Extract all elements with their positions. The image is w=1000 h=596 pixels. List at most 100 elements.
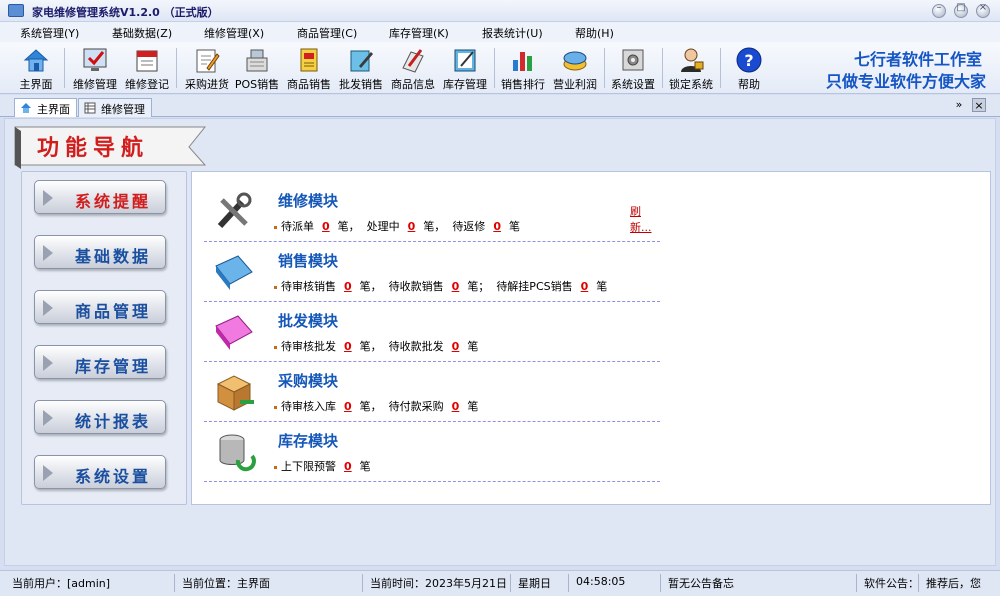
coins-icon (563, 51, 587, 71)
module-repair: 维修模块 待派单 0 笔， 处理中 0 笔， 待返修 0 笔 刷新... (204, 182, 660, 242)
menu-help[interactable]: 帮助(H) (575, 25, 614, 41)
stock-manage-button[interactable]: 库存管理 (442, 44, 488, 92)
module-stats: 上下限预警 0 笔 (274, 458, 371, 474)
settings-button[interactable]: 系统设置 (610, 44, 656, 92)
module-stats: 待派单 0 笔， 处理中 0 笔， 待返修 0 笔 (274, 218, 520, 234)
database-icon (219, 434, 256, 472)
help-icon: ? (736, 47, 762, 73)
house-icon (21, 103, 31, 113)
stat-value[interactable]: 0 (344, 280, 352, 293)
repair-manage-button[interactable]: 维修管理 (72, 44, 118, 92)
profit-button[interactable]: 营业利润 (552, 44, 598, 92)
app-icon (8, 4, 24, 17)
nav-system-reminder-button[interactable]: 系统提醒 (34, 180, 166, 214)
stat-value[interactable]: 0 (322, 220, 330, 233)
pink-book-icon (215, 315, 253, 350)
maximize-button[interactable]: □ (954, 2, 968, 18)
svg-text:?: ? (744, 51, 753, 70)
nav-stock-manage-button[interactable]: 库存管理 (34, 345, 166, 379)
tab-home[interactable]: 主界面 (14, 98, 77, 117)
module-title: 销售模块 (278, 252, 339, 270)
sales-rank-button[interactable]: 销售排行 (500, 44, 546, 92)
goods-sale-button[interactable]: 商品销售 (286, 44, 332, 92)
menu-bar: 系统管理(Y) 基础数据(Z) 维修管理(X) 商品管理(C) 库存管理(K) … (0, 22, 1000, 42)
nav-goods-manage-button[interactable]: 商品管理 (34, 290, 166, 324)
purchase-button[interactable]: 采购进货 (184, 44, 230, 92)
module-stock: 库存模块 上下限预警 0 笔 (204, 422, 660, 482)
nav-settings-button[interactable]: 系统设置 (34, 455, 166, 489)
pos-sale-button[interactable]: POS销售 (235, 44, 279, 92)
menu-basic-data[interactable]: 基础数据(Z) (112, 25, 172, 41)
module-stats: 待审核批发 0 笔， 待收款批发 0 笔 (274, 338, 478, 354)
stat-value[interactable]: 0 (581, 280, 589, 293)
stat-value[interactable]: 0 (344, 400, 352, 413)
menu-system[interactable]: 系统管理(Y) (20, 25, 79, 41)
menu-reports[interactable]: 报表统计(U) (482, 25, 543, 41)
pencil-form-icon (196, 49, 220, 73)
menu-goods[interactable]: 商品管理(C) (297, 25, 357, 41)
stat-value[interactable]: 0 (452, 340, 460, 353)
pen-tag-icon (402, 49, 424, 73)
notebook-icon (300, 48, 318, 72)
stat-value[interactable]: 0 (452, 400, 460, 413)
brand-line-1: 七行者软件工作室 (853, 50, 982, 69)
nav-panel: 系统提醒 基础数据 商品管理 库存管理 统计报表 系统设置 (21, 171, 187, 505)
stat-value[interactable]: 0 (344, 460, 352, 473)
write-board-icon (454, 49, 476, 72)
module-wholesale: 批发模块 待审核批发 0 笔， 待收款批发 0 笔 (204, 302, 660, 362)
status-announce-label: 软件公告： (864, 577, 919, 590)
user-lock-icon (681, 48, 704, 72)
status-clock: 04:58:05 (576, 575, 626, 588)
module-title: 批发模块 (278, 312, 339, 330)
module-stats: 待审核销售 0 笔， 待收款销售 0 笔； 待解挂PCS销售 0 笔 (274, 278, 607, 294)
module-title: 采购模块 (278, 372, 339, 390)
nav-basic-data-button[interactable]: 基础数据 (34, 235, 166, 269)
settings-window-icon (622, 49, 644, 71)
calendar-icon (136, 50, 158, 72)
repair-register-button[interactable]: 维修登记 (124, 44, 170, 92)
window-title: 家电维修管理系统V1.2.0 （正式版） (32, 6, 219, 19)
blue-book-icon (215, 255, 253, 290)
nav-banner-title: 功能导航 (37, 135, 149, 161)
box-in-icon (216, 375, 254, 411)
house-icon (23, 49, 49, 72)
close-tab-icon[interactable]: × (972, 98, 986, 112)
home-button[interactable]: 主界面 (16, 44, 56, 92)
stat-value[interactable]: 0 (452, 280, 460, 293)
grid-icon (84, 102, 96, 114)
stat-value[interactable]: 0 (344, 340, 352, 353)
tools-icon (217, 192, 252, 229)
status-bar: 当前用户：[admin] 当前位置：主界面 当前时间：2023年5月21日 星期… (0, 570, 1000, 596)
refresh-link[interactable]: 刷新... (630, 203, 660, 235)
nav-banner: 功能导航 (14, 126, 207, 169)
status-user: 当前用户：[admin] (12, 577, 111, 590)
status-announce: 推荐后，您 (926, 577, 981, 590)
lock-system-button[interactable]: 锁定系统 (668, 44, 714, 92)
module-title: 维修模块 (278, 192, 339, 210)
close-window-button[interactable]: × (976, 2, 990, 18)
stat-value[interactable]: 0 (408, 220, 416, 233)
status-weekday: 星期日 (518, 577, 551, 590)
nav-reports-button[interactable]: 统计报表 (34, 400, 166, 434)
title-bar: 家电维修管理系统V1.2.0 （正式版） – □ × (0, 0, 1000, 22)
module-purchase: 采购模块 待审核入库 0 笔， 待付款采购 0 笔 (204, 362, 660, 422)
module-title: 库存模块 (278, 432, 339, 450)
status-date: 当前时间：2023年5月21日 (370, 577, 507, 590)
brand-line-2: 只做专业软件方便大家 (825, 72, 986, 91)
edit-book-icon (350, 50, 373, 72)
tab-list-icon[interactable]: » (952, 98, 966, 112)
stat-value[interactable]: 0 (493, 220, 501, 233)
bar-chart-icon (513, 52, 532, 71)
menu-stock[interactable]: 库存管理(K) (389, 25, 449, 41)
cash-register-icon (246, 49, 268, 72)
goods-info-button[interactable]: 商品信息 (390, 44, 436, 92)
tab-repair[interactable]: 维修管理 (78, 98, 152, 117)
module-stats: 待审核入库 0 笔， 待付款采购 0 笔 (274, 398, 478, 414)
minimize-button[interactable]: – (932, 2, 946, 18)
module-sales: 销售模块 待审核销售 0 笔， 待收款销售 0 笔； 待解挂PCS销售 0 笔 (204, 242, 660, 302)
main-area: 功能导航 系统提醒 基础数据 商品管理 库存管理 统计报表 系统设置 维修模块 … (4, 118, 996, 566)
wholesale-button[interactable]: 批发销售 (338, 44, 384, 92)
status-notice: 暂无公告备忘 (668, 577, 734, 590)
menu-repair[interactable]: 维修管理(X) (204, 25, 264, 41)
help-button[interactable]: ? 帮助 (728, 44, 770, 92)
